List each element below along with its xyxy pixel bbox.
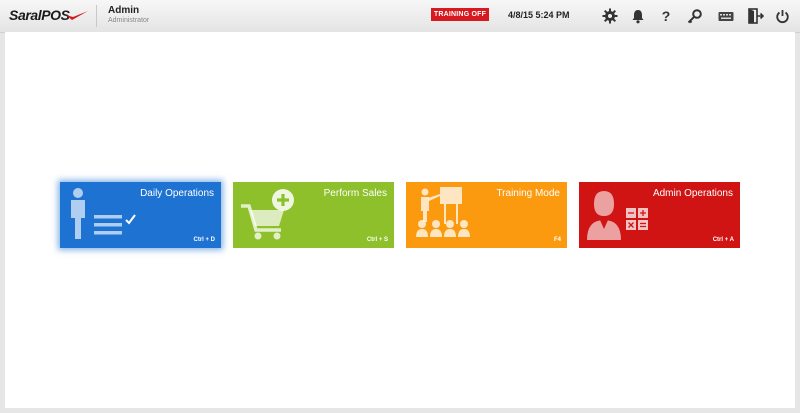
keyboard-button[interactable] (716, 6, 736, 26)
tile-admin-operations[interactable]: Admin Operations Ctrl + A (579, 182, 740, 248)
main-content: Daily Operations Ctrl + D Perform Sales … (5, 32, 795, 408)
power-icon (775, 9, 789, 23)
top-bar: SaralPOS Admin Administrator TRAINING OF… (0, 0, 800, 33)
tile-daily-operations[interactable]: Daily Operations Ctrl + D (60, 182, 221, 248)
key-icon (687, 8, 702, 23)
tile-perform-sales[interactable]: Perform Sales Ctrl + S (233, 182, 394, 248)
bell-icon (632, 9, 644, 23)
gear-icon (602, 8, 618, 24)
keyboard-icon (718, 12, 734, 21)
user-role: Administrator (108, 17, 150, 24)
training-toggle-button[interactable]: TRAINING OFF (431, 8, 489, 21)
tile-shortcut: F4 (553, 237, 561, 243)
daily-operations-icon (71, 188, 136, 239)
help-button[interactable]: ? (656, 6, 676, 26)
training-presenter-icon (416, 187, 470, 237)
saralpos-logo: SaralPOS (9, 7, 89, 25)
admin-calculator-icon (587, 191, 648, 240)
logout-button[interactable] (746, 6, 766, 26)
tile-title: Training Mode (496, 188, 560, 199)
tile-training-mode[interactable]: Training Mode F4 (406, 182, 567, 248)
datetime-display: 4/8/15 5:24 PM (508, 10, 570, 20)
key-button[interactable] (684, 6, 704, 26)
tile-shortcut: Ctrl + D (193, 237, 215, 243)
logout-icon (748, 8, 764, 24)
power-button[interactable] (772, 6, 792, 26)
user-name: Admin (108, 5, 140, 16)
settings-button[interactable] (600, 6, 620, 26)
shopping-cart-add-icon (241, 189, 294, 240)
tile-title: Admin Operations (652, 188, 733, 199)
header-divider (96, 5, 97, 27)
logo-check-mark-icon (66, 11, 88, 20)
tile-shortcut: Ctrl + S (366, 237, 388, 243)
notifications-button[interactable] (628, 6, 648, 26)
tile-title: Perform Sales (323, 188, 387, 199)
help-icon: ? (661, 8, 671, 24)
tile-shortcut: Ctrl + A (712, 237, 734, 243)
tile-title: Daily Operations (140, 188, 214, 199)
logo-text: SaralPOS (9, 7, 70, 23)
